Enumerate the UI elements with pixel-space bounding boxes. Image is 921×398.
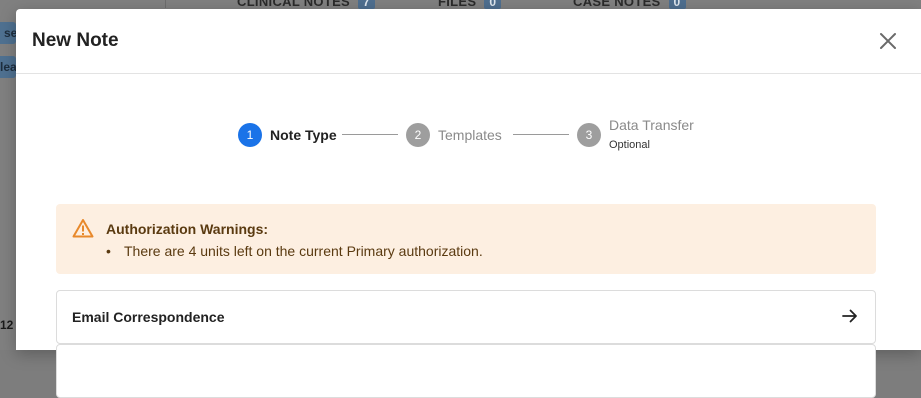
background-tab-case-notes: CASE NOTES 0: [573, 0, 686, 9]
step-2-circle: 2: [406, 123, 430, 147]
authorization-warning: Authorization Warnings: • There are 4 uni…: [56, 204, 876, 274]
background-chip: lea: [0, 56, 16, 78]
close-icon: [880, 33, 896, 49]
background-chip: se: [0, 22, 16, 44]
arrow-right-icon: [842, 309, 857, 323]
step-2-label: Templates: [438, 127, 502, 143]
warning-title: Authorization Warnings:: [106, 221, 269, 237]
step-1-circle: 1: [238, 123, 262, 147]
modal-header: New Note: [16, 9, 921, 74]
background-tab-files: FILES 0: [438, 0, 502, 9]
modal-title: New Note: [32, 30, 119, 51]
warning-list: • There are 4 units left on the current P…: [106, 243, 483, 259]
background-number: 12: [0, 318, 14, 332]
background-divider: [165, 0, 166, 8]
option-label: Email Correspondence: [72, 309, 225, 325]
warning-item: There are 4 units left on the current Pr…: [124, 243, 483, 259]
step-connector: [513, 134, 569, 135]
option-next[interactable]: [56, 344, 876, 398]
new-note-modal: New Note 1 Note Type 2 Templates 3 Data …: [16, 9, 921, 398]
step-3-label: Data Transfer: [609, 117, 694, 133]
step-1-label: Note Type: [270, 127, 337, 143]
close-button[interactable]: [878, 31, 898, 51]
step-3-circle: 3: [577, 123, 601, 147]
step-connector: [342, 134, 398, 135]
bullet-icon: •: [106, 243, 111, 259]
warning-triangle-icon: [72, 219, 94, 238]
step-3-sublabel: Optional: [609, 139, 650, 151]
option-email-correspondence[interactable]: Email Correspondence: [56, 290, 876, 344]
background-tab-clinical-notes: CLINICAL NOTES 7: [237, 0, 376, 9]
